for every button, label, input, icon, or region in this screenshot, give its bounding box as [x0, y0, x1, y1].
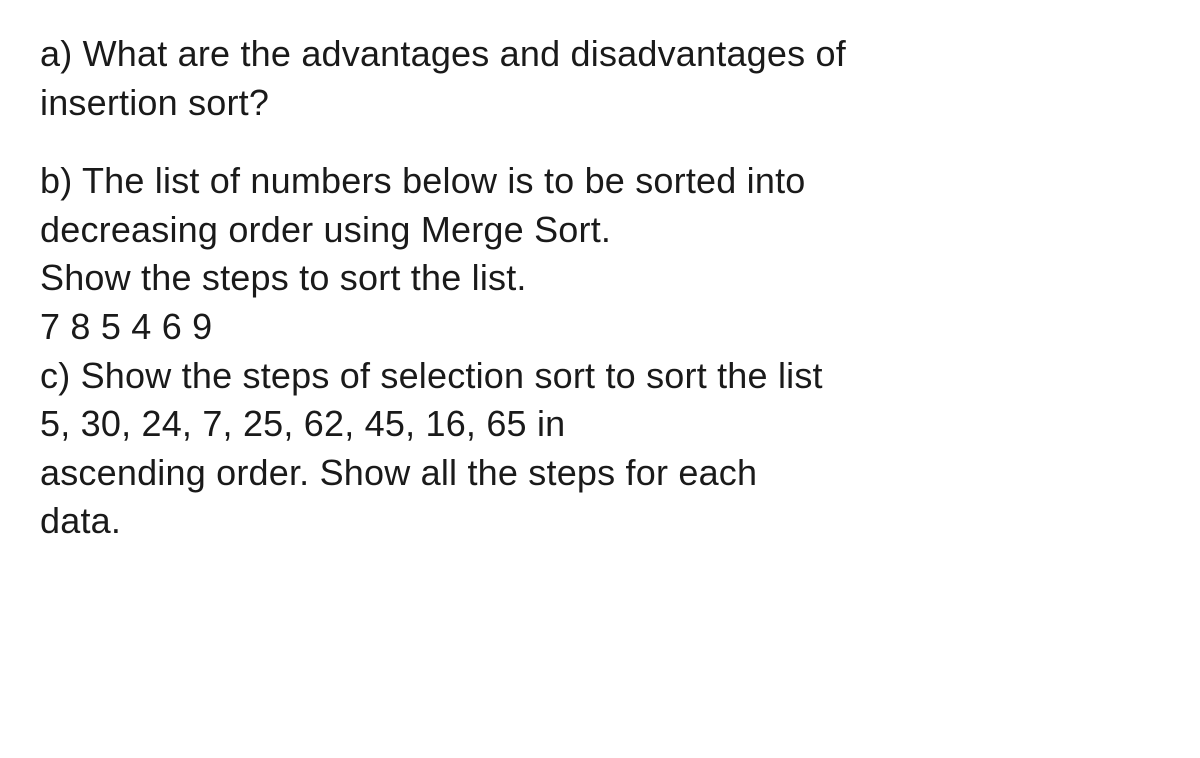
- question-b-line2: decreasing order using Merge Sort.: [40, 206, 1160, 255]
- question-b-data: 7 8 5 4 6 9: [40, 303, 1160, 352]
- question-c-line2: 5, 30, 24, 7, 25, 62, 45, 16, 65 in: [40, 400, 1160, 449]
- spacer: [40, 127, 1160, 157]
- question-c-line4: data.: [40, 497, 1160, 546]
- question-c: c) Show the steps of selection sort to s…: [40, 352, 1160, 546]
- question-a: a) What are the advantages and disadvant…: [40, 30, 1160, 127]
- question-a-line1: a) What are the advantages and disadvant…: [40, 30, 1160, 79]
- question-b-line1: b) The list of numbers below is to be so…: [40, 157, 1160, 206]
- question-a-line2: insertion sort?: [40, 79, 1160, 128]
- question-c-line1: c) Show the steps of selection sort to s…: [40, 352, 1160, 401]
- question-b-line3: Show the steps to sort the list.: [40, 254, 1160, 303]
- question-c-line3: ascending order. Show all the steps for …: [40, 449, 1160, 498]
- question-b: b) The list of numbers below is to be so…: [40, 157, 1160, 351]
